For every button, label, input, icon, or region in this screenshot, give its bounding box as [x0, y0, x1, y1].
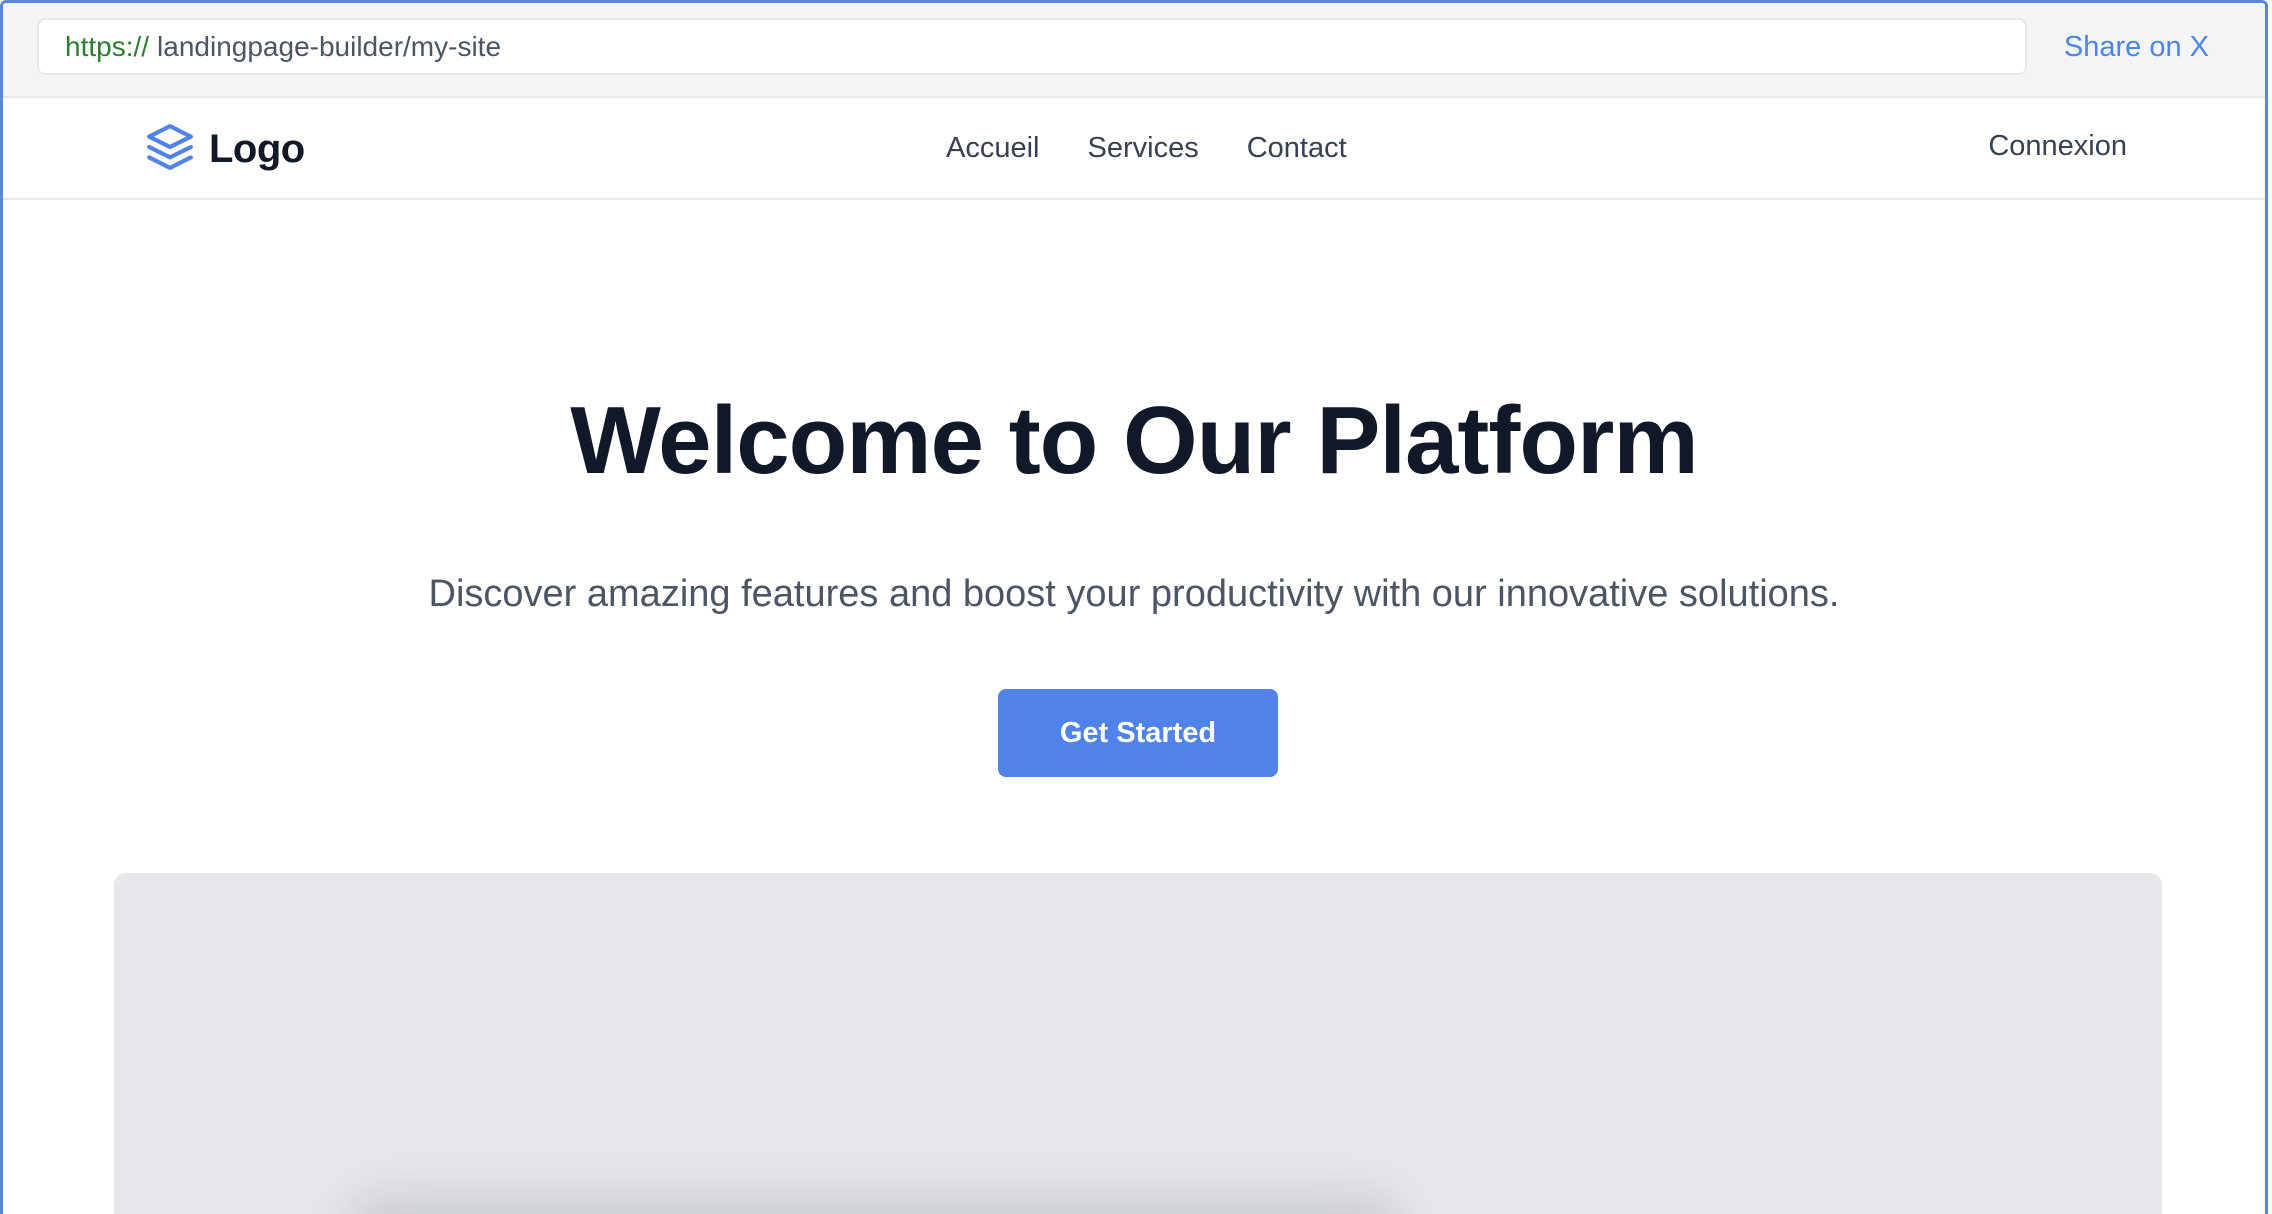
browser-toolbar: https:// landingpage-builder/my-site Sha… — [3, 3, 2265, 98]
nav-link-accueil[interactable]: Accueil — [946, 132, 1040, 165]
hero-title: Welcome to Our Platform — [570, 387, 1698, 494]
hero-subtitle: Discover amazing features and boost your… — [428, 573, 1840, 615]
url-path: landingpage-builder/my-site — [157, 30, 502, 62]
get-started-button[interactable]: Get Started — [998, 689, 1278, 777]
browser-window: https:// landingpage-builder/my-site Sha… — [0, 0, 2268, 1214]
share-on-x-button[interactable]: Share on X — [2064, 31, 2209, 64]
site-navbar: Logo Accueil Services Contact Connexion — [3, 98, 2265, 200]
hero-image-placeholder — [114, 873, 2162, 1214]
login-link[interactable]: Connexion — [1988, 130, 2127, 163]
layers-icon — [145, 122, 195, 177]
nav-link-services[interactable]: Services — [1088, 132, 1199, 165]
nav-link-contact[interactable]: Contact — [1247, 132, 1347, 165]
image-shadow — [344, 1193, 1404, 1214]
address-bar[interactable]: https:// landingpage-builder/my-site — [37, 18, 2027, 75]
nav-links: Accueil Services Contact — [946, 132, 1347, 165]
url-scheme: https:// — [65, 30, 150, 62]
logo[interactable]: Logo — [145, 122, 305, 177]
logo-text: Logo — [209, 127, 305, 171]
